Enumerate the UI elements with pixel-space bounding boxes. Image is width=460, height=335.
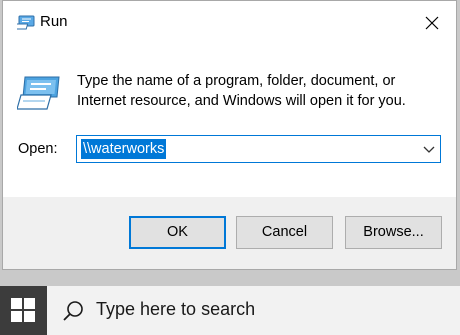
chevron-down-icon: [423, 146, 435, 153]
window-title: Run: [40, 13, 68, 30]
run-large-icon: [16, 75, 61, 111]
description-line-2: Internet resource, and Windows will open…: [77, 93, 406, 109]
search-placeholder: Type here to search: [96, 299, 256, 319]
open-combobox[interactable]: \\waterworks: [76, 135, 441, 163]
description-line-1: Type the name of a program, folder, docu…: [77, 73, 396, 89]
run-icon: [12, 15, 35, 30]
open-input-value[interactable]: \\waterworks: [81, 139, 167, 159]
dialog-content: Type the name of a program, folder, docu…: [3, 45, 456, 197]
windows-logo-icon: [11, 298, 35, 322]
browse-button[interactable]: Browse...: [345, 216, 442, 249]
open-label: Open:: [18, 141, 58, 157]
start-button[interactable]: [0, 286, 47, 335]
run-description: Type the name of a program, folder, docu…: [77, 71, 437, 111]
search-icon: [61, 299, 85, 323]
title-bar[interactable]: Run: [3, 1, 456, 45]
run-dialog: Run Type the name of a program, folder, …: [2, 0, 457, 270]
taskbar-search-box[interactable]: Type here to search: [47, 286, 460, 335]
taskbar: Type here to search: [0, 286, 460, 335]
close-icon: [425, 16, 439, 30]
close-button[interactable]: [416, 7, 448, 39]
dropdown-button[interactable]: [422, 142, 436, 156]
cancel-button[interactable]: Cancel: [236, 216, 333, 249]
ok-button[interactable]: OK: [129, 216, 226, 249]
